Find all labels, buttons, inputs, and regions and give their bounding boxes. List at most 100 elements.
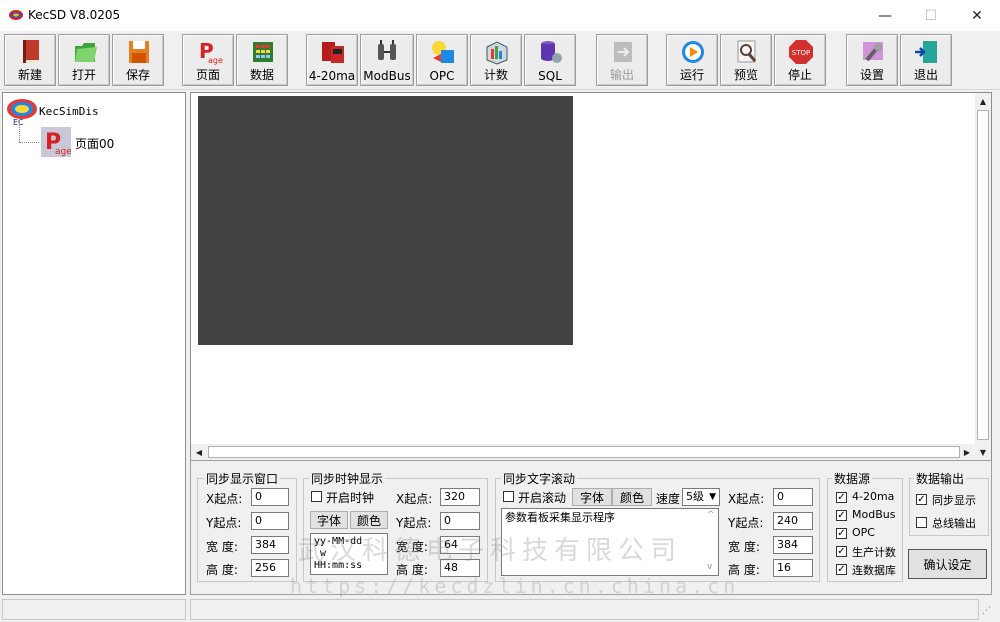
scroll-down-icon[interactable]: ▼ [976, 445, 990, 459]
scroll-color-button[interactable]: 颜色 [612, 488, 652, 506]
horizontal-scroll-thumb[interactable] [208, 446, 960, 458]
page-button[interactable]: Page 页面 [182, 34, 234, 86]
data-button[interactable]: 数据 [236, 34, 288, 86]
opc-label: OPC [429, 69, 455, 83]
scroll-y-label: Y起点: [728, 516, 764, 530]
data-source-title: 数据源 [832, 470, 873, 487]
data-source-label: ModBus [852, 508, 896, 521]
new-button[interactable]: 新建 [4, 34, 56, 86]
door-icon [915, 41, 937, 63]
meter-icon [322, 42, 344, 63]
folder-icon [75, 43, 97, 62]
data-label: 数据 [249, 68, 274, 82]
preview-label: 预览 [733, 68, 758, 82]
save-button[interactable]: 保存 [112, 34, 164, 86]
sync-window-title: 同步显示窗口 [204, 470, 281, 487]
clock-enable-label: 开启时钟 [326, 491, 375, 505]
scroll-up-icon[interactable]: ▲ [976, 94, 990, 108]
textarea-scroll-down-icon[interactable]: v [707, 562, 712, 572]
sync-width-label: 宽 度: [206, 540, 238, 554]
grid-icon [253, 42, 273, 62]
svg-text:age: age [208, 56, 223, 65]
opc-button[interactable]: OPC [416, 34, 468, 86]
resize-grip-icon[interactable]: ⋰ [982, 606, 996, 620]
open-button[interactable]: 打开 [58, 34, 110, 86]
tree-root-label[interactable]: KecSimDis [39, 105, 99, 118]
vertical-scroll-thumb[interactable] [977, 110, 989, 440]
settings-button[interactable]: 设置 [846, 34, 898, 86]
confirm-settings-button[interactable]: 确认设定 [908, 549, 987, 579]
preview-button[interactable]: 预览 [720, 34, 772, 86]
sync-y-input[interactable]: 0 [251, 512, 289, 530]
plug-icon [378, 40, 396, 60]
data-source-checkbox[interactable]: ✓ [836, 528, 847, 539]
scroll-height-input[interactable]: 16 [773, 559, 813, 577]
magnifier-icon [737, 40, 757, 63]
scroll-text-title: 同步文字滚动 [501, 470, 578, 487]
status-bar-left [2, 599, 186, 620]
window-title: KecSD V8.0205 [28, 8, 121, 22]
scroll-left-icon[interactable]: ◀ [192, 445, 206, 459]
count-label: 计数 [483, 68, 508, 82]
data-output-checkbox[interactable] [916, 517, 927, 528]
sync-height-input[interactable]: 256 [251, 559, 289, 577]
sync-x-label: X起点: [206, 492, 243, 506]
data-source-checkbox[interactable]: ✓ [836, 492, 847, 503]
maximize-button[interactable]: ☐ [908, 0, 954, 31]
minimize-button[interactable]: — [862, 0, 908, 31]
stop-button[interactable]: STOP 停止 [774, 34, 826, 86]
tree-page-label[interactable]: 页面00 [75, 135, 114, 152]
speed-select[interactable]: 5级 ▼ [682, 488, 720, 506]
data-output-checkbox[interactable]: ✓ [916, 494, 927, 505]
speed-value: 5级 [686, 490, 704, 503]
data-output-label: 同步显示 [932, 494, 976, 507]
data-output-title: 数据输出 [914, 470, 967, 487]
clock-title: 同步时钟显示 [309, 470, 386, 487]
textarea-scroll-up-icon[interactable]: ^ [707, 510, 715, 520]
exit-label: 退出 [913, 68, 938, 82]
scroll-y-input[interactable]: 240 [773, 512, 813, 530]
chevron-down-icon: ▼ [709, 492, 716, 502]
svg-text:STOP: STOP [792, 49, 810, 57]
display-canvas[interactable] [198, 96, 573, 345]
data-source-checkbox[interactable]: ✓ [836, 546, 847, 557]
scroll-x-input[interactable]: 0 [773, 488, 813, 506]
data-output-label: 总线输出 [932, 517, 976, 530]
clock-color-button[interactable]: 颜色 [350, 511, 388, 529]
sync-width-input[interactable]: 384 [251, 536, 289, 554]
sql-button[interactable]: SQL [524, 34, 576, 86]
output-label: 输出 [609, 68, 634, 82]
scroll-enable-checkbox[interactable] [503, 491, 514, 502]
data-source-checkbox[interactable]: ✓ [836, 564, 847, 575]
clock-font-button[interactable]: 字体 [310, 511, 348, 529]
run-button[interactable]: 运行 [666, 34, 718, 86]
data-source-checkbox[interactable]: ✓ [836, 510, 847, 521]
clock-y-label: Y起点: [396, 516, 432, 530]
new-label: 新建 [17, 68, 42, 82]
clock-y-input[interactable]: 0 [440, 512, 480, 530]
data-source-label: 4-20ma [852, 490, 895, 503]
exit-button[interactable]: 退出 [900, 34, 952, 86]
page-icon: Page [199, 39, 223, 65]
modbus-label: ModBus [363, 69, 411, 83]
scroll-width-input[interactable]: 384 [773, 536, 813, 554]
data-source-label: 生产计数 [852, 546, 896, 559]
scroll-right-icon[interactable]: ▶ [960, 445, 974, 459]
kec-logo-icon: EC [7, 99, 37, 126]
count-button[interactable]: 计数 [470, 34, 522, 86]
book-icon [23, 40, 39, 63]
sync-x-input[interactable]: 0 [251, 488, 289, 506]
export-icon [614, 42, 632, 62]
scroll-x-label: X起点: [728, 492, 765, 506]
clock-x-input[interactable]: 320 [440, 488, 480, 506]
sync-y-label: Y起点: [206, 516, 242, 530]
close-button[interactable]: ✕ [954, 0, 1000, 31]
data-source-label: 连数据库 [852, 564, 896, 577]
title-bar: KecSD V8.0205 — ☐ ✕ [0, 0, 1000, 31]
4-20ma-button[interactable]: 4-20ma [306, 34, 358, 86]
output-button[interactable]: 输出 [596, 34, 648, 86]
clock-enable-checkbox[interactable] [311, 491, 322, 502]
scroll-font-button[interactable]: 字体 [572, 488, 612, 506]
modbus-button[interactable]: ModBus [360, 34, 414, 86]
page-label: 页面 [195, 68, 220, 82]
